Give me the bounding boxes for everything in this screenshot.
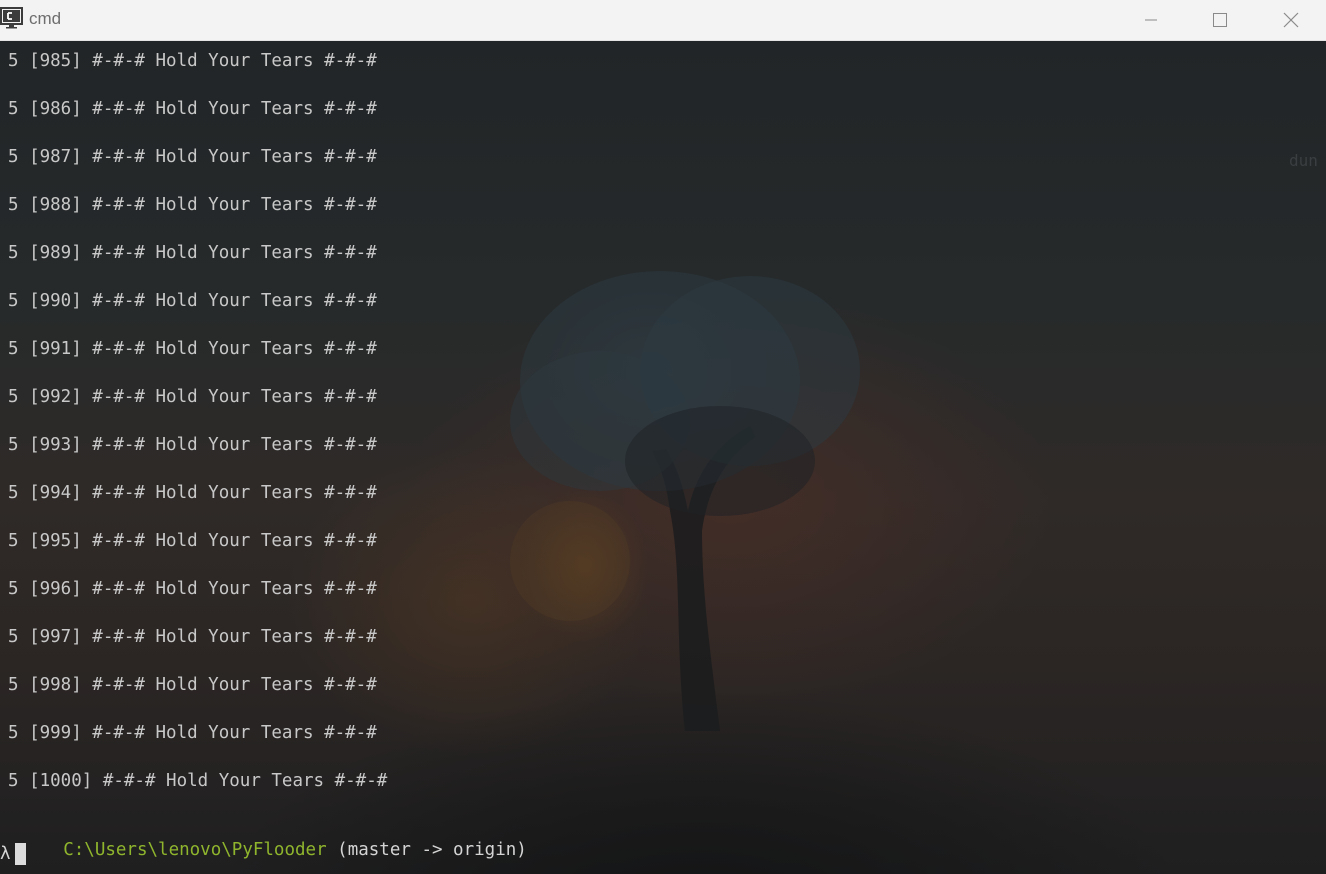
command-input-line[interactable]: λ <box>0 843 26 865</box>
maximize-button[interactable] <box>1197 0 1243 40</box>
output-line: 5 [988] #-#-# Hold Your Tears #-#-# <box>8 195 377 215</box>
output-line: 5 [997] #-#-# Hold Your Tears #-#-# <box>8 627 377 647</box>
output-line: 5 [998] #-#-# Hold Your Tears #-#-# <box>8 675 377 695</box>
git-branch-info: (master -> origin) <box>326 840 527 860</box>
output-line: 5 [986] #-#-# Hold Your Tears #-#-# <box>8 99 377 119</box>
maximize-icon <box>1213 13 1227 27</box>
close-button[interactable] <box>1268 0 1314 40</box>
terminal-window: cmd dun 5 [985] #-#-# Hold Your Tears #-… <box>0 0 1326 874</box>
window-title: cmd <box>29 9 62 28</box>
output-lines: 5 [985] #-#-# Hold Your Tears #-#-# 5 [9… <box>0 51 387 819</box>
output-line: 5 [995] #-#-# Hold Your Tears #-#-# <box>8 531 377 551</box>
prompt-path-line: C:\Users\lenovo\PyFlooder (master -> ori… <box>0 820 527 874</box>
output-line: 5 [992] #-#-# Hold Your Tears #-#-# <box>8 387 377 407</box>
close-icon <box>1283 12 1299 28</box>
text-cursor <box>14 843 26 865</box>
background-text-fragment: dun <box>1289 151 1318 170</box>
output-line: 5 [994] #-#-# Hold Your Tears #-#-# <box>8 483 377 503</box>
terminal-icon <box>0 7 23 29</box>
output-line: 5 [989] #-#-# Hold Your Tears #-#-# <box>8 243 377 263</box>
prompt-symbol: λ <box>0 844 11 864</box>
console-area[interactable]: dun 5 [985] #-#-# Hold Your Tears #-#-# … <box>0 41 1326 874</box>
output-line: 5 [993] #-#-# Hold Your Tears #-#-# <box>8 435 377 455</box>
output-line: 5 [985] #-#-# Hold Your Tears #-#-# <box>8 51 377 71</box>
output-line: 5 [987] #-#-# Hold Your Tears #-#-# <box>8 147 377 167</box>
output-line: 5 [1000] #-#-# Hold Your Tears #-#-# <box>8 771 388 791</box>
background-tree-image <box>510 271 860 731</box>
output-line: 5 [990] #-#-# Hold Your Tears #-#-# <box>8 291 377 311</box>
title-bar[interactable]: cmd <box>0 0 1326 41</box>
minimize-button[interactable] <box>1128 0 1174 40</box>
output-line: 5 [996] #-#-# Hold Your Tears #-#-# <box>8 579 377 599</box>
output-line: 5 [999] #-#-# Hold Your Tears #-#-# <box>8 723 377 743</box>
prompt-path: C:\Users\lenovo\PyFlooder <box>63 840 327 860</box>
minimize-icon <box>1145 19 1157 21</box>
output-line: 5 [991] #-#-# Hold Your Tears #-#-# <box>8 339 377 359</box>
